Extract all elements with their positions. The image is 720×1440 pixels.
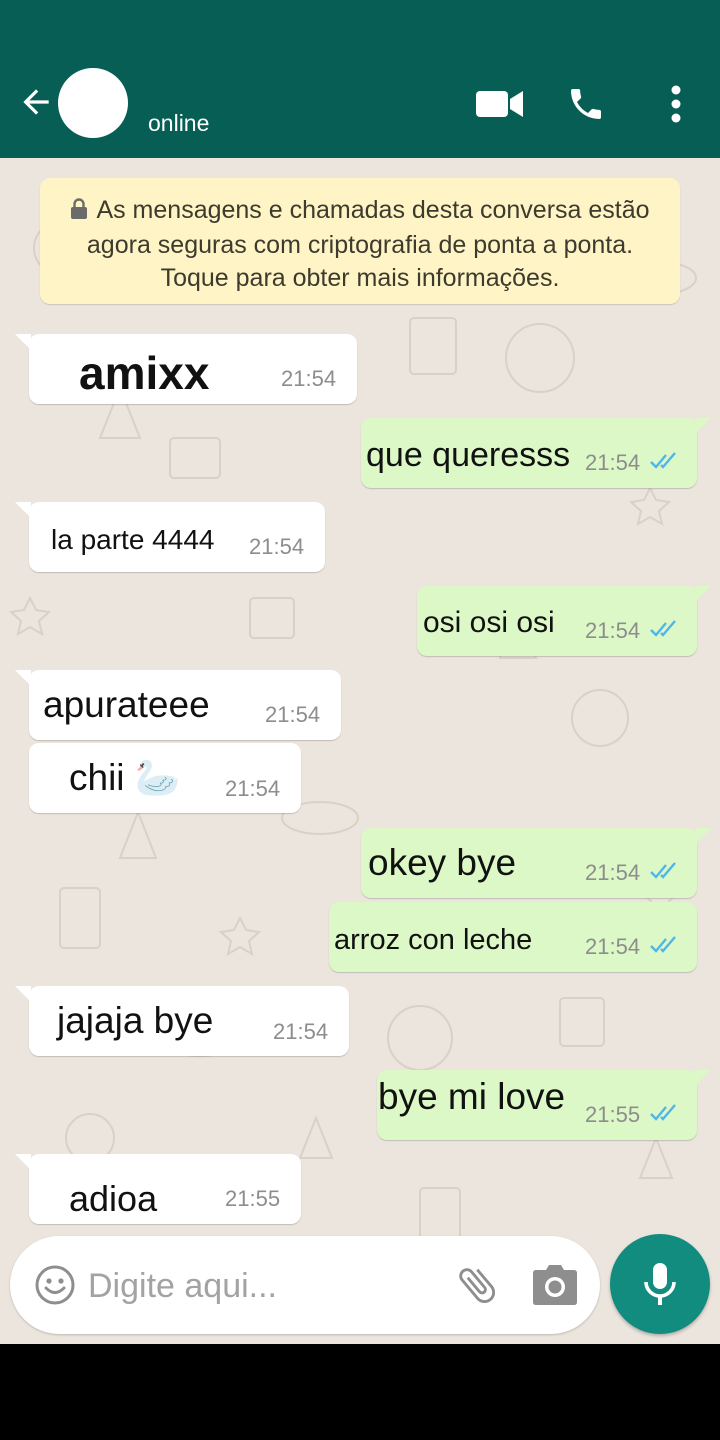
message-input[interactable] bbox=[88, 1264, 368, 1308]
double-check-icon bbox=[650, 936, 676, 953]
message-incoming[interactable]: amixx 21:54 bbox=[15, 334, 357, 404]
voice-call-button[interactable] bbox=[562, 80, 610, 128]
chat-header: online bbox=[0, 0, 720, 158]
message-time: 21:54 bbox=[281, 366, 337, 391]
message-incoming[interactable]: chii 🦢 21:54 bbox=[29, 743, 301, 813]
message-outgoing[interactable]: bye mi love 21:55 bbox=[377, 1070, 711, 1140]
message-text: bye mi love bbox=[378, 1076, 566, 1117]
contact-status[interactable]: online bbox=[148, 110, 209, 137]
double-check-icon bbox=[650, 1104, 676, 1121]
message-incoming[interactable]: la parte 4444 21:54 bbox=[15, 502, 325, 572]
arrow-left-icon bbox=[23, 89, 49, 115]
message-text: apurateee bbox=[43, 684, 210, 725]
message-outgoing[interactable]: que queresss 21:54 bbox=[361, 418, 711, 488]
phone-icon bbox=[571, 89, 601, 119]
back-button[interactable] bbox=[14, 80, 58, 124]
video-camera-icon bbox=[476, 91, 523, 117]
message-outgoing[interactable]: osi osi osi 21:54 bbox=[417, 586, 711, 656]
microphone-icon bbox=[644, 1263, 676, 1305]
more-options-button[interactable] bbox=[656, 80, 696, 128]
message-text: okey bye bbox=[368, 842, 517, 883]
paperclip-icon[interactable] bbox=[454, 1262, 500, 1308]
double-check-icon bbox=[650, 862, 676, 879]
message-time: 21:54 bbox=[585, 860, 641, 885]
message-text: amixx bbox=[79, 347, 210, 399]
message-incoming[interactable]: apurateee 21:54 bbox=[15, 670, 341, 740]
message-text: la parte 4444 bbox=[51, 524, 215, 555]
message-text: arroz con leche bbox=[334, 924, 533, 956]
message-composer bbox=[10, 1236, 600, 1334]
message-outgoing[interactable]: arroz con leche 21:54 bbox=[329, 902, 697, 972]
message-time: 21:54 bbox=[585, 618, 641, 643]
system-navigation-bar bbox=[0, 1344, 720, 1440]
double-check-icon bbox=[650, 452, 676, 469]
contact-avatar[interactable] bbox=[58, 68, 128, 138]
encryption-notice[interactable]: As mensagens e chamadas desta conversa e… bbox=[40, 178, 680, 304]
encryption-notice-text: As mensagens e chamadas desta conversa e… bbox=[86, 196, 650, 292]
chat-screen: online As mensagens e chamadas desta con… bbox=[0, 0, 720, 1440]
message-time: 21:54 bbox=[265, 702, 321, 727]
message-time: 21:54 bbox=[249, 534, 305, 559]
message-time: 21:54 bbox=[585, 450, 641, 475]
message-text: osi osi osi bbox=[423, 606, 555, 639]
message-incoming[interactable]: adioa 21:55 bbox=[15, 1154, 301, 1224]
lock-icon bbox=[70, 196, 88, 229]
emoji-icon[interactable] bbox=[34, 1264, 76, 1306]
message-text: adioa bbox=[69, 1178, 158, 1219]
message-text: jajaja bye bbox=[57, 1000, 214, 1041]
message-time: 21:54 bbox=[273, 1019, 329, 1044]
message-outgoing[interactable]: okey bye 21:54 bbox=[361, 828, 711, 898]
message-time: 21:55 bbox=[225, 1186, 281, 1211]
message-text: que queresss bbox=[366, 436, 571, 474]
video-call-button[interactable] bbox=[474, 82, 526, 126]
voice-message-button[interactable] bbox=[610, 1234, 710, 1334]
message-time: 21:54 bbox=[585, 934, 641, 959]
double-check-icon bbox=[650, 620, 676, 637]
message-time: 21:55 bbox=[585, 1102, 641, 1127]
camera-icon[interactable] bbox=[532, 1264, 578, 1306]
message-incoming[interactable]: jajaja bye 21:54 bbox=[15, 986, 349, 1056]
more-vertical-icon bbox=[671, 85, 681, 123]
message-time: 21:54 bbox=[225, 776, 281, 801]
message-text: chii 🦢 bbox=[69, 757, 181, 798]
